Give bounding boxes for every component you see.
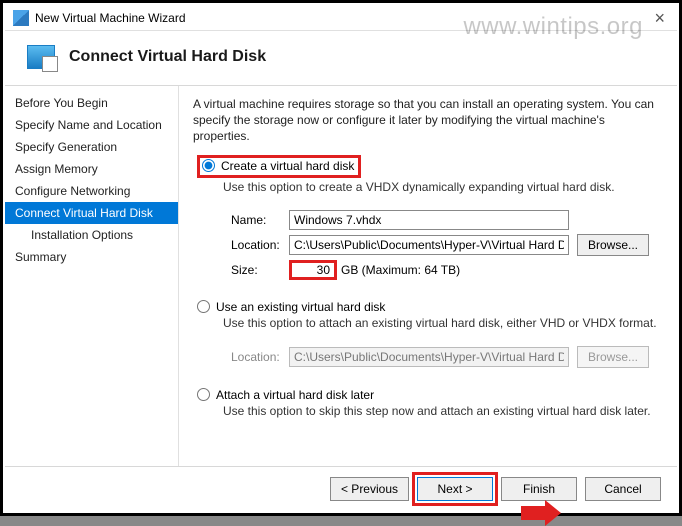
existing-location-input bbox=[289, 347, 569, 367]
wizard-icon bbox=[27, 45, 55, 69]
step-specify-generation[interactable]: Specify Generation bbox=[5, 136, 178, 158]
option-existing-vhd: Use an existing virtual hard disk Use th… bbox=[197, 300, 663, 380]
existing-desc: Use this option to attach an existing vi… bbox=[223, 316, 663, 330]
later-desc: Use this option to skip this step now an… bbox=[223, 404, 663, 418]
page-title: Connect Virtual Hard Disk bbox=[69, 48, 266, 66]
existing-location-label: Location: bbox=[231, 350, 289, 364]
finish-button[interactable]: Finish bbox=[501, 477, 577, 501]
step-configure-networking[interactable]: Configure Networking bbox=[5, 180, 178, 202]
wizard-footer: < Previous Next > Finish Cancel bbox=[5, 466, 677, 511]
vhd-size-input[interactable] bbox=[289, 260, 337, 280]
radio-attach-later[interactable]: Attach a virtual hard disk later bbox=[197, 388, 663, 402]
wizard-steps-sidebar: Before You Begin Specify Name and Locati… bbox=[5, 86, 179, 466]
location-label: Location: bbox=[231, 238, 289, 252]
titlebar: New Virtual Machine Wizard × bbox=[5, 5, 677, 31]
step-before-you-begin[interactable]: Before You Begin bbox=[5, 92, 178, 114]
create-desc: Use this option to create a VHDX dynamic… bbox=[223, 180, 663, 194]
window-title: New Virtual Machine Wizard bbox=[35, 11, 650, 25]
vhd-name-input[interactable] bbox=[289, 210, 569, 230]
highlight-create: Create a virtual hard disk bbox=[197, 155, 361, 178]
size-label: Size: bbox=[231, 263, 289, 277]
browse-button[interactable]: Browse... bbox=[577, 234, 649, 256]
cancel-button[interactable]: Cancel bbox=[585, 477, 661, 501]
intro-text: A virtual machine requires storage so th… bbox=[193, 96, 663, 145]
radio-existing-vhd[interactable]: Use an existing virtual hard disk bbox=[197, 300, 663, 314]
step-assign-memory[interactable]: Assign Memory bbox=[5, 158, 178, 180]
option-create-vhd: Create a virtual hard disk Use this opti… bbox=[197, 155, 663, 292]
option-attach-later: Attach a virtual hard disk later Use thi… bbox=[197, 388, 663, 418]
radio-attach-later-input[interactable] bbox=[197, 388, 210, 401]
radio-create-vhd[interactable]: Create a virtual hard disk bbox=[202, 159, 354, 173]
app-icon bbox=[13, 10, 29, 26]
wizard-content: A virtual machine requires storage so th… bbox=[179, 86, 677, 466]
existing-browse-button: Browse... bbox=[577, 346, 649, 368]
radio-existing-vhd-label: Use an existing virtual hard disk bbox=[216, 300, 385, 314]
radio-create-vhd-input[interactable] bbox=[202, 159, 215, 172]
close-icon[interactable]: × bbox=[650, 9, 669, 27]
previous-button[interactable]: < Previous bbox=[330, 477, 409, 501]
radio-existing-vhd-input[interactable] bbox=[197, 300, 210, 313]
step-connect-vhd[interactable]: Connect Virtual Hard Disk bbox=[5, 202, 178, 224]
radio-create-vhd-label: Create a virtual hard disk bbox=[221, 159, 354, 173]
size-suffix: GB (Maximum: 64 TB) bbox=[341, 263, 460, 277]
page-header: Connect Virtual Hard Disk bbox=[5, 31, 677, 86]
radio-attach-later-label: Attach a virtual hard disk later bbox=[216, 388, 374, 402]
step-installation-options[interactable]: Installation Options bbox=[5, 224, 178, 246]
name-label: Name: bbox=[231, 213, 289, 227]
vhd-location-input[interactable] bbox=[289, 235, 569, 255]
wizard-window: New Virtual Machine Wizard × www.wintips… bbox=[5, 5, 677, 511]
step-specify-name[interactable]: Specify Name and Location bbox=[5, 114, 178, 136]
step-summary[interactable]: Summary bbox=[5, 246, 178, 268]
next-button[interactable]: Next > bbox=[417, 477, 493, 501]
